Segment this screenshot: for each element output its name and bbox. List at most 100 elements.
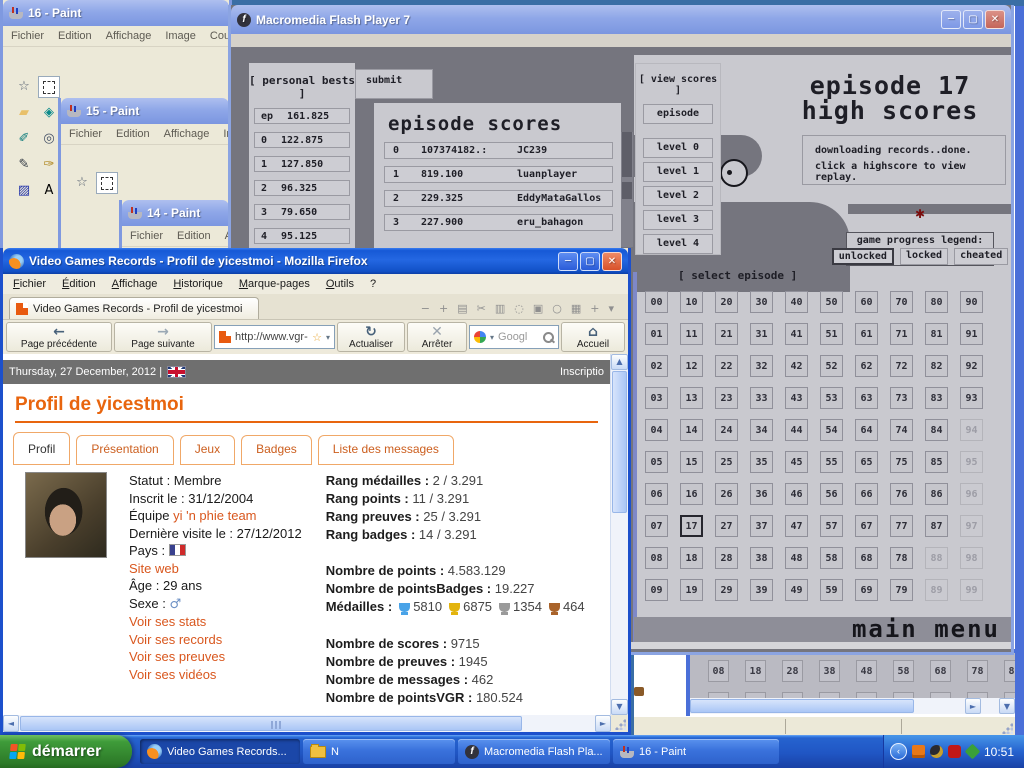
scrollbar-thumb[interactable] xyxy=(20,716,522,731)
episode-cell-10[interactable]: 10 xyxy=(680,291,703,313)
episode-cell-91[interactable]: 91 xyxy=(960,323,983,345)
episode-cell-31[interactable]: 31 xyxy=(750,323,773,345)
episode-cell-86[interactable]: 86 xyxy=(925,483,948,505)
freeform-select-icon[interactable]: ☆ xyxy=(71,172,93,194)
cut-icon[interactable]: ✂ xyxy=(477,302,486,315)
episode-cell-20[interactable]: 20 xyxy=(715,291,738,313)
close-button[interactable]: ✕ xyxy=(602,252,622,271)
episode-cell-44[interactable]: 44 xyxy=(785,419,808,441)
episode-cell-41[interactable]: 41 xyxy=(785,323,808,345)
tab-badges[interactable]: Badges xyxy=(241,435,312,465)
episode-cell-98[interactable]: 98 xyxy=(960,547,983,569)
tab-jeux[interactable]: Jeux xyxy=(180,435,235,465)
scrollbar-thumb[interactable] xyxy=(612,371,627,513)
episode-cell-24[interactable]: 24 xyxy=(715,419,738,441)
scroll-down-button[interactable]: ▼ xyxy=(999,698,1015,714)
episode-cell-18[interactable]: 18 xyxy=(745,660,766,682)
episode-cell-82[interactable]: 82 xyxy=(925,355,948,377)
java-tray-icon[interactable] xyxy=(912,745,925,758)
episode-cell-34[interactable]: 34 xyxy=(750,419,773,441)
uk-flag-icon[interactable] xyxy=(167,366,186,378)
episode-cell-12[interactable]: 12 xyxy=(680,355,703,377)
paint15-titlebar[interactable]: 15 - Paint xyxy=(61,98,229,124)
search-box[interactable]: ▾ Googl xyxy=(469,325,559,349)
forward-button[interactable]: → Page suivante xyxy=(114,322,212,352)
episode-cell-66[interactable]: 66 xyxy=(855,483,878,505)
episode-cell-28[interactable]: 28 xyxy=(715,547,738,569)
legend-cheated-button[interactable]: cheated xyxy=(954,248,1008,265)
url-dropdown-icon[interactable]: ▾ xyxy=(326,333,330,342)
scroll-down-button[interactable]: ▼ xyxy=(611,699,628,715)
firefox-window[interactable]: Video Games Records - Profil de yicestmo… xyxy=(0,248,631,735)
episode-cell-47[interactable]: 47 xyxy=(785,515,808,537)
refresh-button[interactable]: ↻ Actualiser xyxy=(337,322,405,352)
episode-cell-36[interactable]: 36 xyxy=(750,483,773,505)
search-engine-dropdown-icon[interactable]: ▾ xyxy=(490,333,494,342)
home-button[interactable]: ⌂ Accueil xyxy=(561,322,625,352)
paint16-titlebar[interactable]: 16 - Paint xyxy=(3,0,229,26)
scrollbar-thumb[interactable] xyxy=(622,132,632,177)
episode-cell-19[interactable]: 19 xyxy=(680,579,703,601)
tab-profil[interactable]: Profil xyxy=(13,432,70,465)
episode-cell-30[interactable]: 30 xyxy=(750,291,773,313)
episode-cell-93[interactable]: 93 xyxy=(960,387,983,409)
text-tool-icon[interactable]: A xyxy=(38,180,60,202)
search-input[interactable]: Googl xyxy=(498,331,539,343)
episode-cell-97[interactable]: 97 xyxy=(960,515,983,537)
episode-cell-74[interactable]: 74 xyxy=(890,419,913,441)
maximize-button[interactable]: ▢ xyxy=(963,10,983,29)
copy-icon[interactable]: ▥ xyxy=(495,302,505,315)
episode-cell-14[interactable]: 14 xyxy=(680,419,703,441)
episode-cell-43[interactable]: 43 xyxy=(785,387,808,409)
taskbar-item-2[interactable]: N xyxy=(303,739,455,764)
scores-scrollbar[interactable] xyxy=(621,132,633,247)
episode-cell-90[interactable]: 90 xyxy=(960,291,983,313)
tab-liste-des-messages[interactable]: Liste des messages xyxy=(318,435,454,465)
episode-cell-72[interactable]: 72 xyxy=(890,355,913,377)
legend-locked-button[interactable]: locked xyxy=(900,248,948,265)
menu-item[interactable]: Outils xyxy=(326,278,354,290)
episode-cell-69[interactable]: 69 xyxy=(855,579,878,601)
main-menu-label[interactable]: main menu xyxy=(634,617,1011,642)
episode-cell-07[interactable]: 07 xyxy=(645,515,668,537)
episode-cell-48[interactable]: 48 xyxy=(785,547,808,569)
personal-best-row[interactable]: 1127.850 xyxy=(254,156,350,172)
episode-cell-92[interactable]: 92 xyxy=(960,355,983,377)
vertical-scrollbar[interactable]: ▲ ▼ xyxy=(610,354,628,715)
menu-item[interactable]: Édition xyxy=(62,278,96,290)
episode-cell-26[interactable]: 26 xyxy=(715,483,738,505)
close-button[interactable]: ✕ xyxy=(985,10,1005,29)
episode-cell-49[interactable]: 49 xyxy=(785,579,808,601)
episode-cell-75[interactable]: 75 xyxy=(890,451,913,473)
maximize-button[interactable]: ▢ xyxy=(580,252,600,271)
taskbar-item-1[interactable]: Video Games Records... xyxy=(140,739,300,764)
episode-cell-39[interactable]: 39 xyxy=(750,579,773,601)
episode-cell-70[interactable]: 70 xyxy=(890,291,913,313)
episode-cell-15[interactable]: 15 xyxy=(680,451,703,473)
search-icon[interactable] xyxy=(543,332,554,343)
menu-item[interactable]: Affichage xyxy=(164,128,210,140)
episode-cell-65[interactable]: 65 xyxy=(855,451,878,473)
resize-grip[interactable] xyxy=(615,719,626,730)
episode-cell-56[interactable]: 56 xyxy=(820,483,843,505)
episode-cell-71[interactable]: 71 xyxy=(890,323,913,345)
episode-cell-01[interactable]: 01 xyxy=(645,323,668,345)
episode-cell-51[interactable]: 51 xyxy=(820,323,843,345)
paste-icon[interactable]: ▤ xyxy=(457,302,467,315)
address-bar[interactable]: http://www.vgr- ☆ ▾ xyxy=(214,325,335,349)
rect-select-icon[interactable] xyxy=(96,172,118,194)
episode-cell-58[interactable]: 58 xyxy=(893,660,914,682)
eyedropper-icon[interactable]: ✐ xyxy=(13,128,35,150)
episode-cell-37[interactable]: 37 xyxy=(750,515,773,537)
episode-cell-21[interactable]: 21 xyxy=(715,323,738,345)
behind-horizontal-scrollbar[interactable]: ► ▼ xyxy=(690,698,1015,714)
episode-cell-88[interactable]: 88 xyxy=(1004,660,1015,682)
paint14-titlebar[interactable]: 14 - Paint xyxy=(122,200,229,226)
stop-button[interactable]: ✕ Arrêter xyxy=(407,322,467,352)
episode-score-row[interactable]: 0107374182.:JC239 xyxy=(384,142,613,159)
profile-link[interactable]: Voir ses vidéos xyxy=(129,667,216,682)
episode-cell-58[interactable]: 58 xyxy=(820,547,843,569)
submit-tab[interactable]: submit xyxy=(355,69,433,99)
episode-cell-45[interactable]: 45 xyxy=(785,451,808,473)
menu-item[interactable]: Fichier xyxy=(13,278,46,290)
